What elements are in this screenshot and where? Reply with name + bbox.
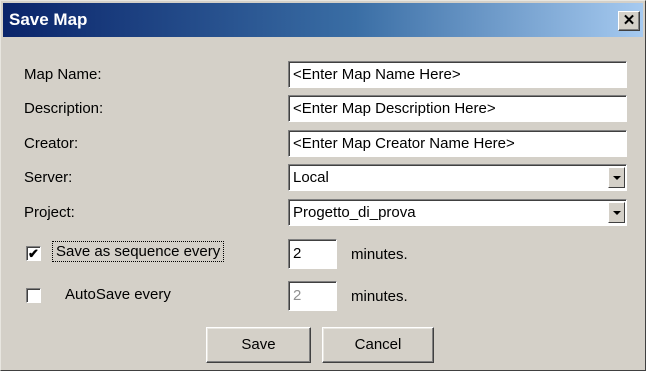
autosave-checkbox[interactable] — [26, 288, 41, 303]
project-label: Project: — [24, 204, 75, 221]
autosave-interval-input[interactable]: 2 — [288, 281, 337, 311]
server-dropdown-arrow-icon[interactable] — [608, 167, 625, 188]
creator-input[interactable]: <Enter Map Creator Name Here> — [288, 130, 627, 157]
autosave-units-label: minutes. — [351, 288, 408, 305]
autosave-label[interactable]: AutoSave every — [65, 286, 171, 303]
project-selected-value: Progetto_di_prova — [293, 204, 416, 221]
creator-label: Creator: — [24, 135, 79, 152]
project-dropdown-arrow-icon[interactable] — [608, 202, 625, 223]
save-map-dialog: Save Map ✕ Map Name: <Enter Map Name Her… — [0, 0, 646, 371]
description-input[interactable]: <Enter Map Description Here> — [288, 95, 627, 122]
save-button[interactable]: Save — [206, 327, 311, 363]
map-name-input[interactable]: <Enter Map Name Here> — [288, 61, 627, 88]
project-select[interactable]: Progetto_di_prova — [288, 199, 627, 226]
server-selected-value: Local — [293, 169, 329, 186]
title-bar[interactable]: Save Map ✕ — [3, 3, 643, 37]
save-sequence-checkbox[interactable]: ✔ — [26, 246, 41, 261]
server-select[interactable]: Local — [288, 164, 627, 191]
description-label: Description: — [24, 100, 104, 117]
server-label: Server: — [24, 169, 73, 186]
dialog-title: Save Map — [9, 10, 88, 29]
sequence-interval-input[interactable]: 2 — [288, 239, 337, 269]
save-sequence-label[interactable]: Save as sequence every — [51, 241, 225, 262]
map-name-label: Map Name: — [24, 66, 102, 83]
sequence-units-label: minutes. — [351, 246, 408, 263]
close-icon[interactable]: ✕ — [618, 11, 640, 31]
cancel-button[interactable]: Cancel — [322, 327, 434, 363]
